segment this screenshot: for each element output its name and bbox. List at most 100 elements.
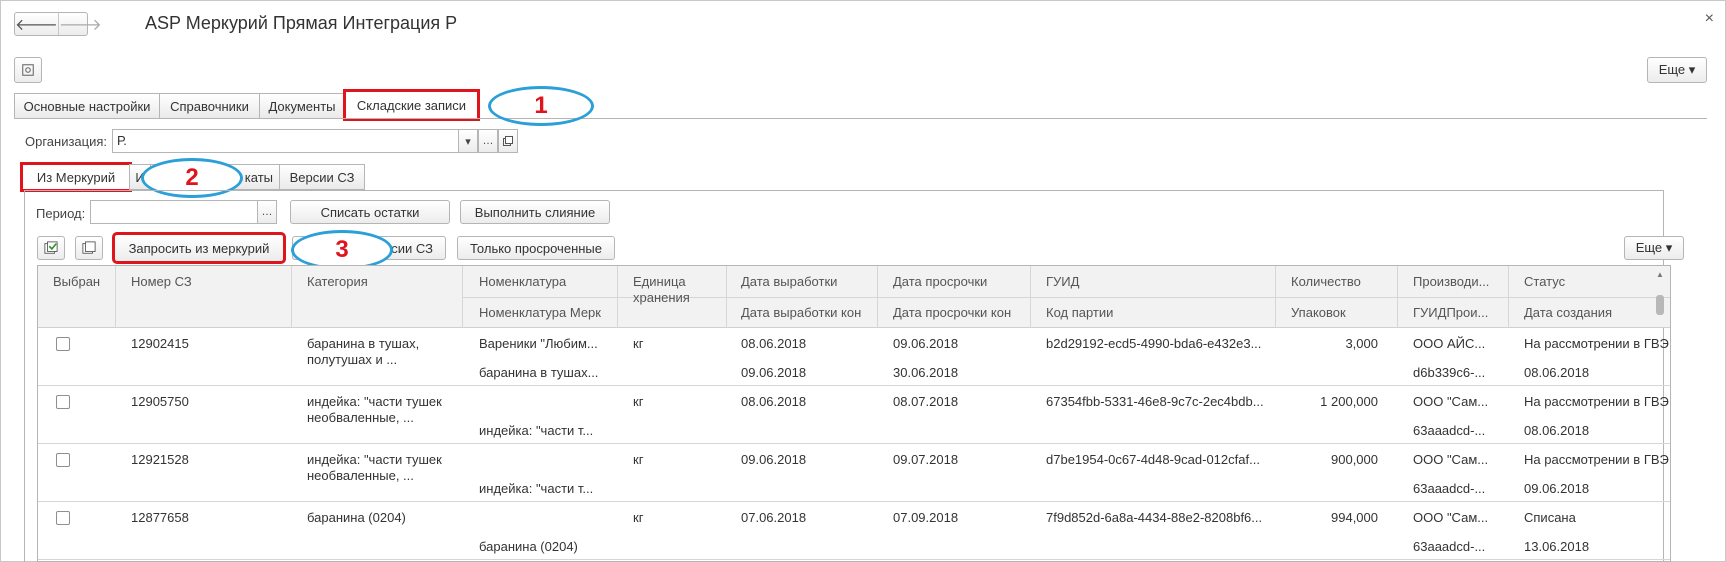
row-checkbox[interactable] bbox=[56, 511, 70, 525]
org-open-button[interactable] bbox=[498, 129, 518, 153]
cell-status: Списана bbox=[1524, 510, 1576, 525]
col-guid[interactable]: ГУИД bbox=[1046, 274, 1079, 289]
uncheck-all-icon bbox=[82, 241, 96, 254]
more-button-table[interactable]: Еще ▾ bbox=[1624, 236, 1684, 260]
col-production-date[interactable]: Дата выработки bbox=[741, 274, 837, 289]
cell-guid: b2d29192-ecd5-4990-bda6-e432e3... bbox=[1046, 336, 1262, 351]
cell-qty: 994,000 bbox=[1331, 510, 1378, 525]
settings-button[interactable] bbox=[14, 57, 42, 83]
cell-category: индейка: "части тушек необваленные, ... bbox=[307, 394, 442, 425]
org-field[interactable]: Р. bbox=[112, 129, 459, 153]
cell-producer2: 63aaadcd-... bbox=[1413, 539, 1486, 554]
request-from-mercury-button[interactable]: Запросить из меркурий bbox=[112, 232, 286, 264]
col-expiry-date[interactable]: Дата просрочки bbox=[893, 274, 987, 289]
col-batch-code[interactable]: Код партии bbox=[1046, 305, 1113, 320]
back-button[interactable]: 🡐 bbox=[15, 13, 58, 35]
cell-nomen2: индейка: "части т... bbox=[479, 423, 594, 438]
row-checkbox[interactable] bbox=[56, 453, 70, 467]
tab-warehouse-records[interactable]: Складские записи bbox=[343, 89, 480, 121]
cell-created: 09.06.2018 bbox=[1524, 481, 1590, 496]
col-producer-guid[interactable]: ГУИДПрои... bbox=[1413, 305, 1488, 320]
col-number[interactable]: Номер СЗ bbox=[131, 274, 192, 289]
period-field[interactable] bbox=[90, 200, 258, 224]
cell-number: 12921528 bbox=[131, 452, 189, 467]
merge-button[interactable]: Выполнить слияние bbox=[460, 200, 610, 224]
more-button-top[interactable]: Еще ▾ bbox=[1647, 57, 1707, 83]
callout-1: 1 bbox=[488, 86, 594, 126]
write-off-button[interactable]: Списать остатки bbox=[290, 200, 450, 224]
table-row[interactable]: 12905750 индейка: "части тушек необваленн… bbox=[38, 386, 1670, 444]
table-row[interactable]: 12921528 индейка: "части тушек необваленн… bbox=[38, 444, 1670, 502]
table-scrollbar[interactable]: ▲ bbox=[1656, 270, 1664, 555]
cell-prod-date: 09.06.2018 bbox=[741, 452, 807, 467]
scroll-up-icon[interactable]: ▲ bbox=[1656, 270, 1664, 279]
col-status[interactable]: Статус bbox=[1524, 274, 1565, 289]
tab-main-settings[interactable]: Основные настройки bbox=[14, 93, 160, 119]
only-overdue-button[interactable]: Только просроченные bbox=[457, 236, 615, 260]
records-table: Выбран Номер СЗ Категория Номенклатура Н… bbox=[37, 265, 1671, 562]
row-separator bbox=[38, 559, 1670, 560]
cell-prod-date2: 09.06.2018 bbox=[741, 365, 807, 380]
close-icon[interactable]: × bbox=[1705, 10, 1714, 28]
cell-producer: ООО "Сам... bbox=[1413, 394, 1489, 409]
col-category[interactable]: Категория bbox=[307, 274, 368, 289]
table-row[interactable]: 12902415 баранина в тушах, полутушах и ..… bbox=[38, 328, 1670, 386]
cell-status: На рассмотрении в ГВЭ bbox=[1524, 452, 1669, 467]
tab-strip-line bbox=[14, 118, 1707, 119]
cell-producer: ООО "Сам... bbox=[1413, 510, 1489, 525]
check-all-icon bbox=[44, 241, 58, 254]
org-dropdown-button[interactable]: ▾ bbox=[458, 129, 478, 153]
cell-nomen2: баранина в тушах... bbox=[479, 365, 599, 380]
cell-exp-date2: 30.06.2018 bbox=[893, 365, 959, 380]
cell-unit: кг bbox=[633, 394, 644, 409]
cell-prod-date: 07.06.2018 bbox=[741, 510, 807, 525]
cell-created: 08.06.2018 bbox=[1524, 423, 1590, 438]
col-quantity[interactable]: Количество bbox=[1291, 274, 1361, 289]
cell-unit: кг bbox=[633, 452, 644, 467]
cell-producer2: 63aaadcd-... bbox=[1413, 423, 1486, 438]
row-checkbox[interactable] bbox=[56, 337, 70, 351]
cell-guid: d7be1954-0c67-4d48-9cad-012cfaf... bbox=[1046, 452, 1260, 467]
cell-producer2: 63aaadcd-... bbox=[1413, 481, 1486, 496]
check-all-button[interactable] bbox=[37, 236, 65, 260]
ellipsis-icon: … bbox=[482, 135, 494, 147]
cell-created: 13.06.2018 bbox=[1524, 539, 1590, 554]
subtab-from-mercury[interactable]: Из Меркурий bbox=[20, 162, 132, 192]
row-checkbox[interactable] bbox=[56, 395, 70, 409]
cell-unit: кг bbox=[633, 336, 644, 351]
cell-number: 12905750 bbox=[131, 394, 189, 409]
cell-prod-date: 08.06.2018 bbox=[741, 336, 807, 351]
arrow-left-icon: 🡐 bbox=[15, 16, 58, 34]
cell-category: индейка: "части тушек необваленные, ... bbox=[307, 452, 442, 483]
gear-icon bbox=[22, 64, 34, 76]
navigation-buttons: 🡐 🡒 bbox=[14, 12, 102, 36]
org-select-button[interactable]: … bbox=[478, 129, 498, 153]
col-production-date-end[interactable]: Дата выработки кон bbox=[741, 305, 861, 320]
cell-created: 08.06.2018 bbox=[1524, 365, 1590, 380]
forward-button[interactable]: 🡒 bbox=[57, 13, 102, 35]
col-unit[interactable]: Единица хранения bbox=[633, 274, 713, 306]
col-packages[interactable]: Упаковок bbox=[1291, 305, 1346, 320]
col-producer[interactable]: Производи... bbox=[1413, 274, 1489, 289]
tab-references[interactable]: Справочники bbox=[159, 93, 260, 119]
open-window-icon bbox=[503, 136, 513, 146]
cell-exp-date: 09.07.2018 bbox=[893, 452, 959, 467]
uncheck-all-button[interactable] bbox=[75, 236, 103, 260]
cell-unit: кг bbox=[633, 510, 644, 525]
subtab-versions[interactable]: Версии СЗ bbox=[279, 164, 365, 190]
col-nomenclature[interactable]: Номенклатура bbox=[479, 274, 566, 289]
cell-nomen: Вареники "Любим... bbox=[479, 336, 598, 351]
arrow-right-icon: 🡒 bbox=[58, 16, 102, 34]
col-selected[interactable]: Выбран bbox=[53, 274, 100, 289]
tab-documents[interactable]: Документы bbox=[259, 93, 345, 119]
table-row[interactable]: 12877658 баранина (0204) баранина (0204) кг… bbox=[38, 502, 1670, 560]
cell-status: На рассмотрении в ГВЭ bbox=[1524, 336, 1669, 351]
col-created-date[interactable]: Дата создания bbox=[1524, 305, 1612, 320]
org-label: Организация: bbox=[25, 134, 108, 149]
cell-guid: 67354fbb-5331-46e8-9c7c-2ec4bdb... bbox=[1046, 394, 1264, 409]
cell-number: 12877658 bbox=[131, 510, 189, 525]
period-select-button[interactable]: … bbox=[257, 200, 277, 224]
scrollbar-thumb[interactable] bbox=[1656, 295, 1664, 315]
col-nomenclature-mercury[interactable]: Номенклатура Мерк bbox=[479, 305, 601, 320]
col-expiry-date-end[interactable]: Дата просрочки кон bbox=[893, 305, 1011, 320]
